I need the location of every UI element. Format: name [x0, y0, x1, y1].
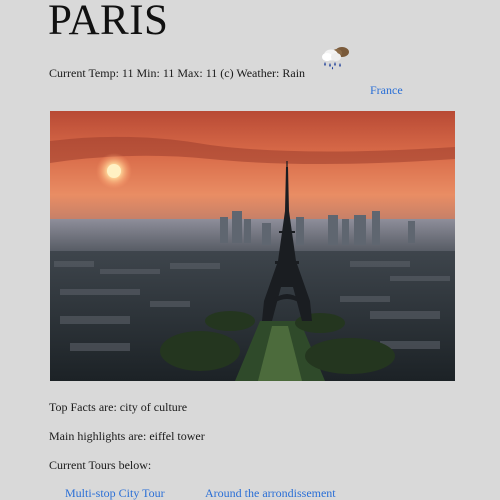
city-photo — [50, 111, 455, 381]
rain-cloud-icon — [318, 44, 352, 70]
city-page: PARIS Current Temp: 11 Min: 11 Max: 11 (… — [0, 0, 500, 500]
weather-summary: Current Temp: 11 Min: 11 Max: 11 (c) Wea… — [49, 66, 306, 80]
tour-link-multi-stop[interactable]: Multi-stop City Tour — [65, 486, 165, 500]
city-title: PARIS — [48, 0, 169, 44]
country-link[interactable]: France — [370, 83, 403, 98]
highlights-text: Main highlights are: eiffel tower — [49, 429, 205, 443]
tours-heading: Current Tours below: — [49, 458, 152, 472]
tour-link-arrondissement[interactable]: Around the arrondissement — [205, 486, 336, 500]
top-facts-text: Top Facts are: city of culture — [49, 400, 188, 414]
